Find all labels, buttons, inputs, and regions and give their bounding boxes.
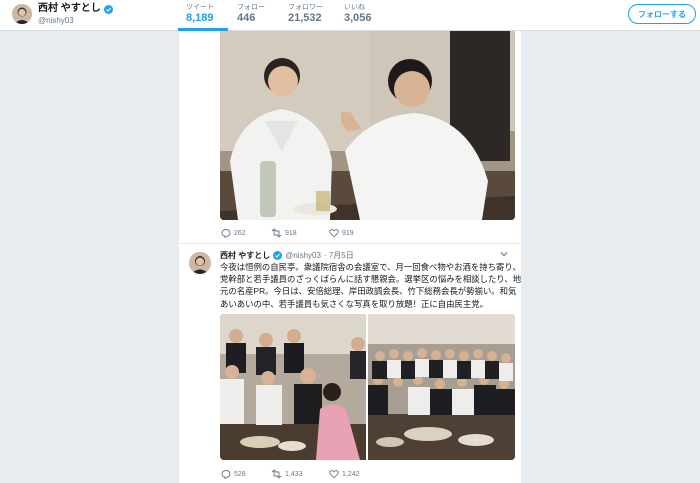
tweet-author-handle[interactable]: @nishy03 — [285, 251, 321, 260]
tweet-text-line: 元の名産PR。今日は、安倍総理、岸田政調会長、竹下総務会長が勢揃い。和気 — [220, 286, 517, 297]
retweet-count: 918 — [285, 229, 297, 237]
tweet-author-name[interactable]: 西村 やすとし — [220, 250, 270, 261]
stat-label: フォロワー — [288, 4, 323, 11]
stat-value: 8,189 — [186, 12, 214, 24]
tweet-actions: 262 918 919 — [221, 227, 383, 239]
stat-value: 21,532 — [288, 12, 322, 24]
like-count: 919 — [342, 229, 354, 237]
reply-count: 262 — [234, 229, 246, 237]
profile-name-block: 西村 やすとし @nishy03 — [38, 3, 113, 26]
stat-value: 3,056 — [344, 12, 372, 24]
follow-button[interactable]: フォローする — [628, 4, 696, 24]
verified-badge-icon — [103, 4, 113, 14]
like-count: 1,242 — [342, 470, 360, 478]
tweet-photo[interactable] — [368, 314, 515, 460]
retweet-icon — [271, 469, 282, 479]
tweet-date[interactable]: · 7月5日 — [324, 250, 354, 261]
tweet-photo[interactable] — [220, 314, 366, 460]
reply-button[interactable]: 262 — [221, 227, 259, 239]
avatar[interactable] — [189, 252, 211, 274]
retweet-button[interactable]: 918 — [271, 227, 317, 239]
stat-value: 446 — [237, 12, 256, 24]
like-icon — [329, 229, 339, 238]
tweet-photo-grid — [220, 314, 515, 460]
tweet-divider — [179, 243, 521, 244]
stat-tweets[interactable]: ツイート 8,189 — [178, 3, 228, 31]
chevron-down-icon[interactable] — [499, 249, 509, 259]
tweet-text-line: 今夜は恒例の自民亭。衆議院宿舎の会議室で、月一回食べ物やお酒を持ち寄り、 — [220, 262, 521, 272]
stat-label: いいね — [344, 4, 365, 11]
stat-label: ツイート — [186, 4, 214, 11]
reply-button[interactable]: 528 — [221, 468, 259, 480]
retweet-icon — [271, 228, 282, 238]
reply-icon — [221, 470, 231, 479]
reply-icon — [221, 229, 231, 238]
profile-handle: @nishy03 — [38, 16, 74, 25]
retweet-count: 1,433 — [285, 470, 303, 478]
stat-label: フォロー — [237, 4, 265, 11]
tweet-actions: 528 1,433 1,242 — [221, 468, 383, 480]
stat-following[interactable]: フォロー 446 — [229, 3, 279, 31]
stat-followers[interactable]: フォロワー 21,532 — [280, 3, 335, 31]
display-name[interactable]: 西村 やすとし — [38, 3, 113, 15]
tweet-header: 西村 やすとし @nishy03 · 7月5日 — [220, 249, 515, 261]
verified-badge-icon — [273, 250, 283, 260]
display-name-text: 西村 やすとし — [38, 3, 101, 14]
profile-stats-nav: ツイート 8,189 フォロー 446 フォロワー 21,532 いいね 3,0… — [178, 3, 387, 31]
tweet-text-line: 党幹部と若手議員のざっくばらんに話す懇親会。選挙区の悩みを相談したり、地 — [220, 274, 522, 285]
retweet-button[interactable]: 1,433 — [271, 468, 317, 480]
reply-count: 528 — [234, 470, 246, 478]
like-icon — [329, 470, 339, 479]
profile-top-bar: 西村 やすとし @nishy03 ツイート 8,189 フォロー 446 フォロ… — [0, 0, 700, 31]
tweet-photo[interactable] — [220, 31, 515, 220]
avatar[interactable] — [12, 4, 32, 24]
like-button[interactable]: 1,242 — [329, 468, 371, 480]
tweet-text-line: あいあいの中、若手議員も気さくな写真を取り放題！正に自由民主党。 — [220, 298, 488, 309]
timeline-column: 262 918 919 西村 やすとし @nishy03 · 7月5日 今夜は恒… — [179, 31, 521, 483]
tweet-text: 今夜は恒例の自民亭。衆議院宿舎の会議室で、月一回食べ物やお酒を持ち寄り、 党幹部… — [220, 261, 522, 310]
like-button[interactable]: 919 — [329, 227, 371, 239]
stat-likes[interactable]: いいね 3,056 — [336, 3, 386, 31]
